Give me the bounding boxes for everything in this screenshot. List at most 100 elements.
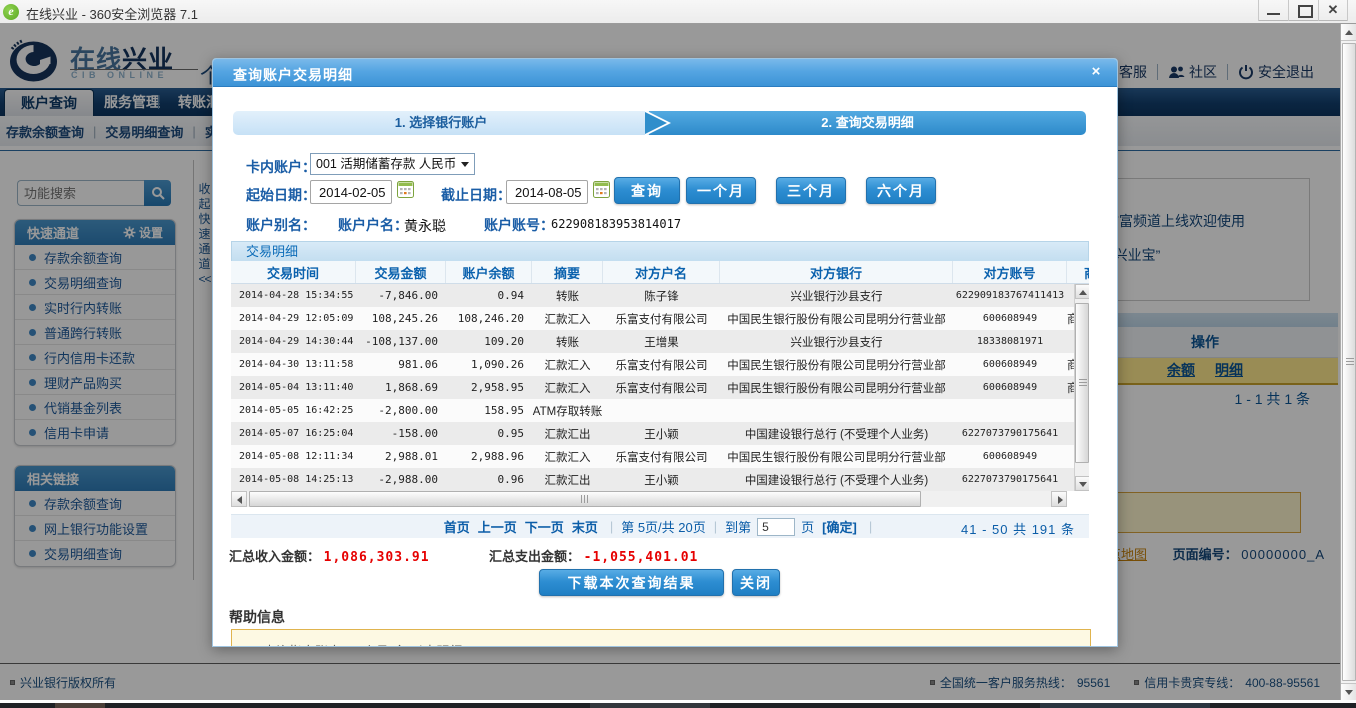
taskbar-item — [1040, 703, 1210, 708]
number-value: 622908183953814017 — [551, 217, 682, 231]
cell-7-2: 2,988.96 — [471, 450, 524, 463]
column-header-2: 账户余额 — [446, 261, 532, 283]
cell-3-1: 981.06 — [398, 358, 438, 371]
step-arrow-icon — [645, 112, 667, 134]
total-out-label: 汇总支出金额： — [489, 549, 581, 564]
cell-6-6: 6227073790175641 — [961, 428, 1059, 439]
help-title: 帮助信息 — [229, 609, 285, 625]
cell-8-1: -2,988.00 — [378, 473, 438, 486]
table-scroll-up-button[interactable] — [1075, 284, 1089, 299]
column-header-3: 摘要 — [532, 261, 603, 283]
table-row-0[interactable]: 2014-04-28 15:34:55 -7,846.00 0.94 转账 陈子锋 兴业银… — [231, 284, 1089, 307]
dialog-close-icon[interactable]: × — [1087, 63, 1105, 81]
alias-label: 账户别名： — [246, 217, 316, 233]
cell-3-0: 2014-04-30 13:11:58 — [239, 359, 354, 370]
calendar-icon[interactable] — [593, 181, 610, 198]
column-header-6: 对方账号 — [953, 261, 1067, 283]
cell-2-6: 18338081971 — [976, 336, 1044, 347]
table-scrollbar-thumb[interactable] — [1075, 303, 1089, 463]
step-2-tab[interactable]: 2. 查询交易明细 — [649, 111, 1086, 135]
cell-5-3: ATM存取转账 — [532, 405, 603, 418]
step-1-tab[interactable]: 1. 选择银行账户 — [233, 111, 649, 135]
table-row-5[interactable]: 2014-05-05 16:42:25 -2,800.00 158.95 ATM存取转… — [231, 399, 1089, 422]
cell-2-2: 109.20 — [484, 335, 524, 348]
table-scroll-right-button[interactable] — [1051, 491, 1067, 507]
pager-first[interactable]: 首页 — [444, 517, 470, 536]
cell-6-1: -158.00 — [391, 427, 438, 440]
dialog-title: 查询账户交易明细 — [233, 67, 353, 83]
cell-8-4: 王小颖 — [644, 474, 679, 487]
scrollbar-grip — [1346, 358, 1354, 366]
cell-8-2: 0.96 — [497, 473, 525, 486]
query-button[interactable]: 查询 — [614, 177, 680, 204]
arrow-up-icon — [1345, 30, 1353, 35]
cell-3-4: 乐富支付有限公司 — [615, 359, 708, 372]
cell-1-1: 108,245.26 — [371, 312, 438, 325]
table-header-row: 交易时间交易金额账户余额摘要对方户名对方银行对方账号商户名称 — [231, 261, 1089, 284]
cell-7-3: 汇款汇入 — [544, 451, 591, 464]
pager-info: 第 5页/共 20页 — [621, 520, 706, 535]
cell-0-0: 2014-04-28 15:34:55 — [239, 290, 354, 301]
taskbar-item — [55, 703, 105, 708]
window-maximize-button[interactable] — [1288, 0, 1318, 21]
cell-6-4: 王小颖 — [644, 428, 679, 441]
select-arrow-icon — [461, 162, 469, 167]
start-date-input[interactable] — [310, 180, 392, 204]
total-out: 汇总支出金额： -1,055,401.01 — [489, 546, 698, 565]
start-date-label: 起始日期： — [246, 187, 316, 203]
cell-4-6: 600608949 — [982, 382, 1038, 393]
total-in: 汇总收入金额： 1,086,303.91 — [229, 546, 430, 565]
cell-5-1: -2,800.00 — [378, 404, 438, 417]
table-row-1[interactable]: 2014-04-29 12:05:09 108,245.26 108,246.20 汇… — [231, 307, 1089, 330]
one-month-button[interactable]: 一个月 — [686, 177, 756, 204]
transaction-table: 交易明细 交易时间交易金额账户余额摘要对方户名对方银行对方账号商户名称 2014… — [231, 241, 1089, 491]
arrow-right-icon — [1058, 496, 1063, 504]
table-row-8[interactable]: 2014-05-08 14:25:13 -2,988.00 0.96 汇款汇出 王小颖 中… — [231, 468, 1089, 491]
end-date-input[interactable] — [506, 180, 588, 204]
pager-confirm-button[interactable]: [确定] — [822, 517, 857, 536]
calendar-icon[interactable] — [397, 181, 414, 198]
account-select-value: 001 活期储蓄存款 人民币 — [316, 157, 457, 171]
window-close-button[interactable] — [1318, 0, 1348, 21]
cell-4-3: 汇款汇入 — [544, 382, 591, 395]
browser-scrollbar[interactable] — [1340, 24, 1356, 700]
total-in-value: 1,086,303.91 — [323, 550, 430, 565]
scrollbar-down-button[interactable] — [1341, 683, 1356, 700]
dialog-header: 查询账户交易明细 × — [213, 59, 1117, 87]
cell-0-3: 转账 — [556, 290, 579, 303]
table-horizontal-scrollbar[interactable] — [231, 491, 1067, 507]
close-button[interactable]: 关闭 — [732, 569, 780, 596]
pager-goto-input[interactable] — [757, 517, 796, 536]
pager-goto-label: 到第 — [725, 520, 752, 535]
table-hscrollbar-thumb[interactable] — [249, 491, 921, 507]
table-scroll-left-button[interactable] — [231, 491, 247, 507]
table-row-2[interactable]: 2014-04-29 14:30:44 -108,137.00 109.20 转账 王增… — [231, 330, 1089, 353]
scrollbar-grip — [1079, 379, 1087, 387]
account-select[interactable]: 001 活期储蓄存款 人民币 — [310, 153, 475, 175]
cell-2-0: 2014-04-29 14:30:44 — [239, 336, 354, 347]
table-row-3[interactable]: 2014-04-30 13:11:58 981.06 1,090.26 汇款汇入 乐富支… — [231, 353, 1089, 376]
window-title: 在线兴业 - 360安全浏览器 7.1 — [26, 7, 198, 22]
cell-2-4: 王增果 — [644, 336, 679, 349]
table-grid: 交易时间交易金额账户余额摘要对方户名对方银行对方账号商户名称 2014-04-2… — [231, 261, 1089, 491]
scrollbar-thumb[interactable] — [1342, 43, 1356, 681]
account-select-label: 卡内账户： — [246, 159, 316, 175]
scrollbar-up-button[interactable] — [1341, 24, 1356, 41]
table-vertical-scrollbar[interactable] — [1074, 284, 1089, 491]
cell-1-5: 中国民生银行股份有限公司昆明分行营业部 — [727, 313, 946, 326]
table-row-4[interactable]: 2014-05-04 13:11:40 1,868.69 2,958.95 汇款汇入 乐… — [231, 376, 1089, 399]
six-month-button[interactable]: 六个月 — [866, 177, 936, 204]
table-scroll-down-button[interactable] — [1075, 476, 1089, 491]
cell-2-5: 兴业银行沙县支行 — [790, 336, 883, 349]
window-minimize-button[interactable] — [1258, 0, 1288, 21]
download-results-button[interactable]: 下载本次查询结果 — [539, 569, 724, 596]
pager-next[interactable]: 下一页 — [525, 517, 564, 536]
cell-1-2: 108,246.20 — [457, 312, 524, 325]
three-month-button[interactable]: 三个月 — [776, 177, 846, 204]
cell-3-2: 1,090.26 — [471, 358, 524, 371]
table-row-6[interactable]: 2014-05-07 16:25:04 -158.00 0.95 汇款汇出 王小颖 中国建… — [231, 422, 1089, 445]
table-row-7[interactable]: 2014-05-08 12:11:34 2,988.01 2,988.96 汇款汇入 乐… — [231, 445, 1089, 468]
pager-prev[interactable]: 上一页 — [478, 517, 517, 536]
pager-last[interactable]: 末页 — [572, 517, 598, 536]
cell-4-1: 1,868.69 — [385, 381, 438, 394]
